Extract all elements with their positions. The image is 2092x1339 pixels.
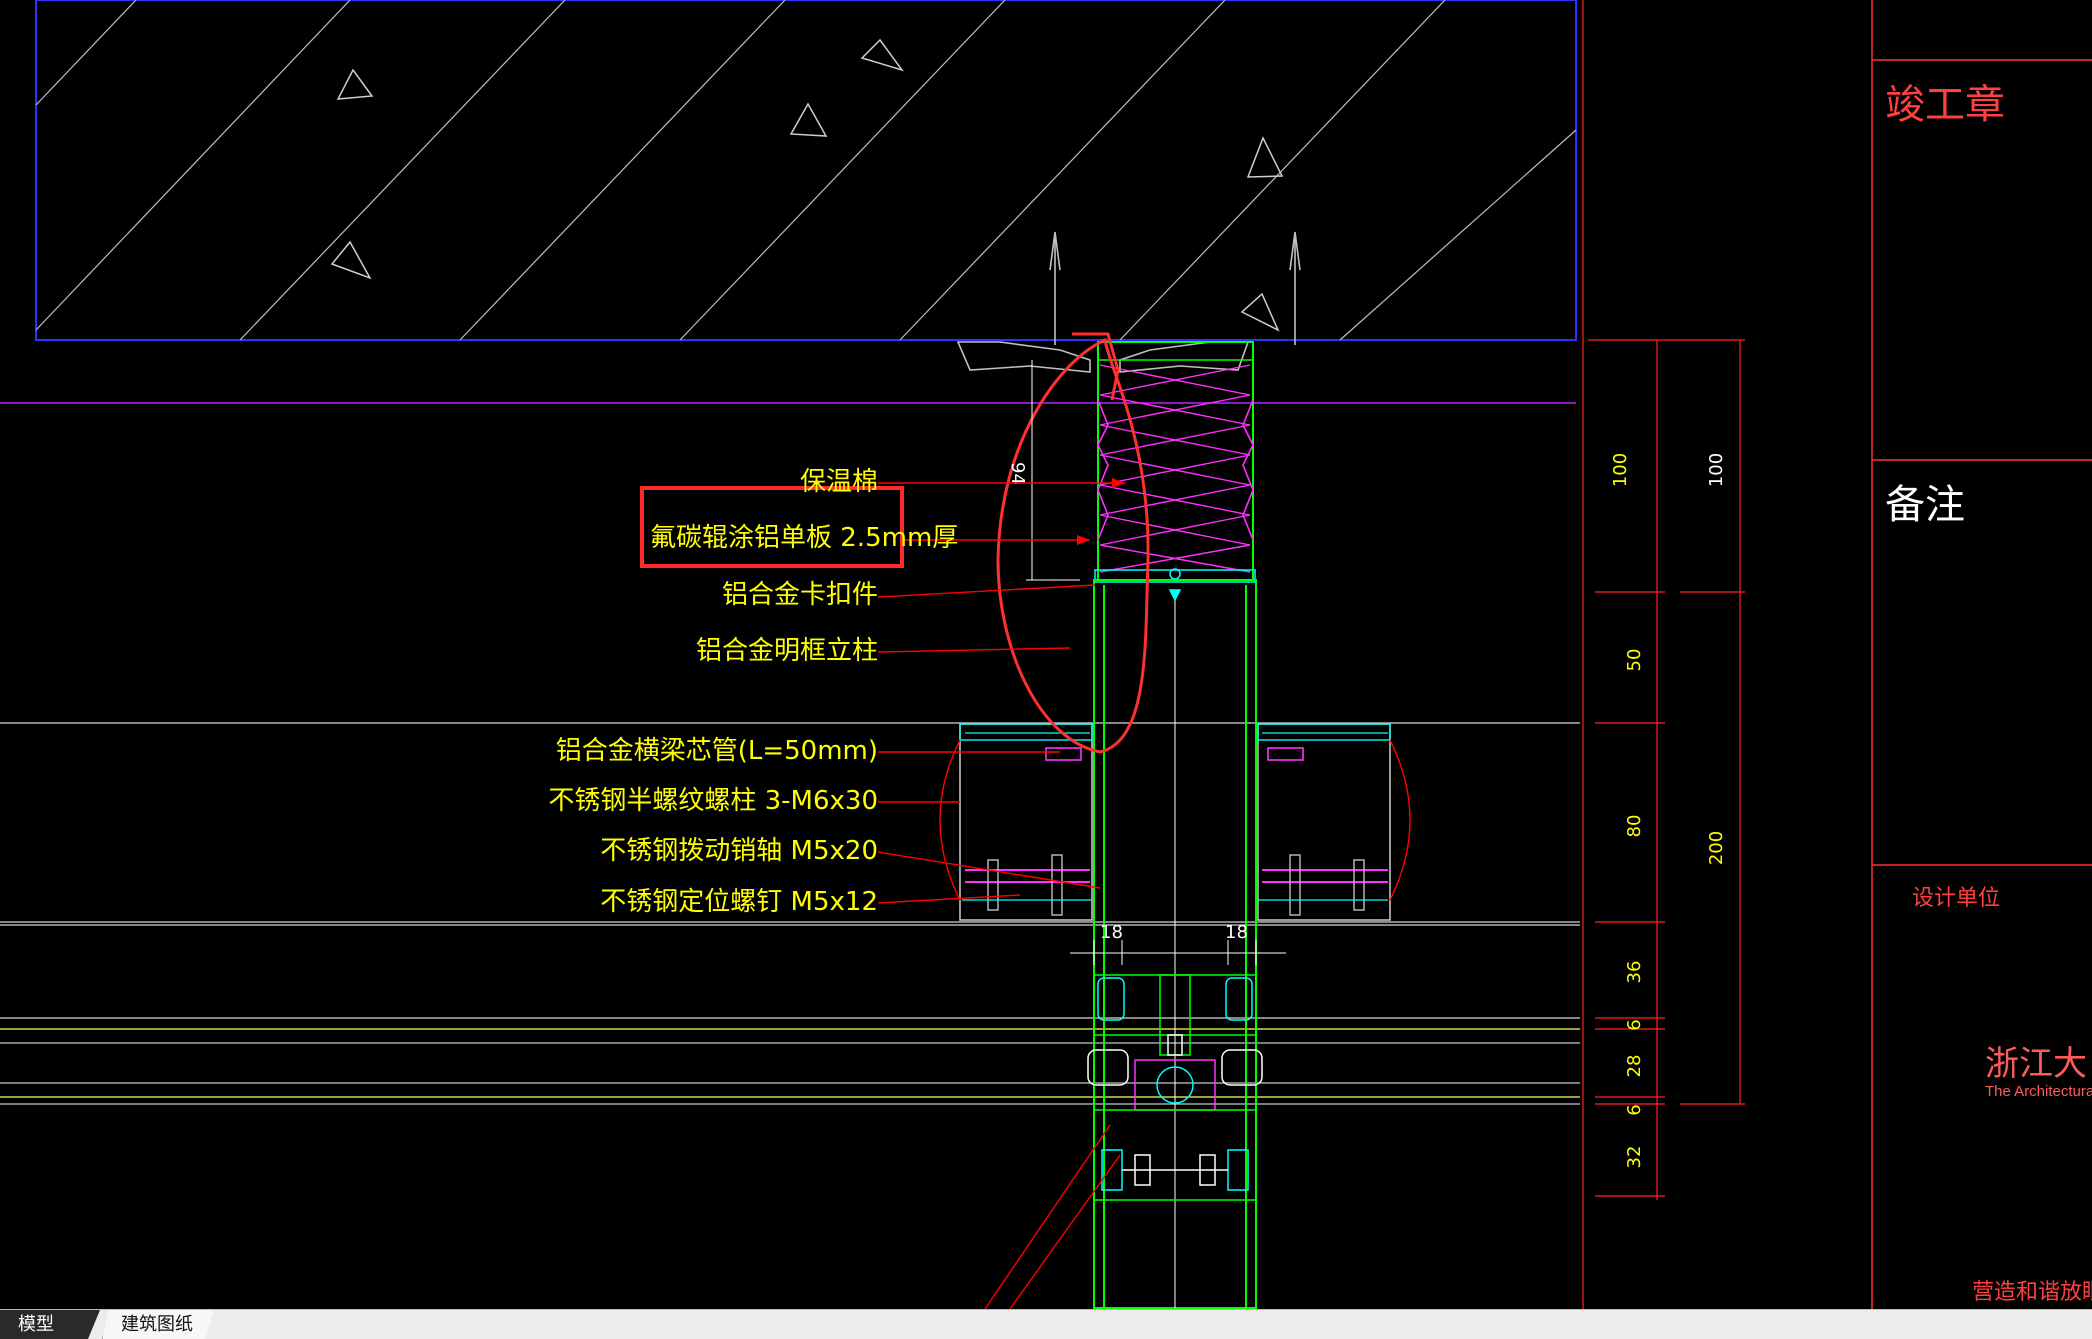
dim-100-a: 100 — [1610, 453, 1631, 487]
layout-tab-bar: 模型 建筑图纸 — [0, 1309, 2092, 1339]
dim-50: 50 — [1624, 649, 1645, 672]
tab-architectural-drawing-label: 建筑图纸 — [121, 1314, 193, 1335]
dim-chain-lines — [1582, 0, 1745, 1309]
title-block — [1871, 0, 2092, 1309]
freehand-highlight — [996, 337, 1150, 754]
tab-architectural-drawing[interactable]: 建筑图纸 — [102, 1310, 214, 1339]
mullion-profile — [1093, 579, 1257, 1309]
dim-6-a: 6 — [1624, 1019, 1645, 1030]
footer-left: 营造和谐 — [1972, 1280, 2060, 1305]
tab-model[interactable]: 模型 — [0, 1310, 100, 1339]
top-anchor-bracket — [956, 231, 1301, 373]
label-sleeve: 铝合金横梁芯管(L=50mm) — [556, 736, 878, 766]
label-clip: 铝合金卡扣件 — [722, 580, 878, 610]
completion-stamp-label: 竣工章 — [1885, 82, 2005, 128]
dim-width-lines — [1070, 940, 1286, 965]
brand-en: The Architectura — [1985, 1083, 2092, 1100]
design-unit-label: 设计单位 — [1912, 886, 2000, 911]
dim-32: 32 — [1624, 1146, 1645, 1169]
dim-18-right: 18 — [1225, 922, 1248, 943]
insulation-block — [1097, 341, 1254, 581]
dim-94: 94 — [1007, 462, 1028, 485]
dim-100-b: 100 — [1706, 453, 1727, 487]
dim-80: 80 — [1624, 815, 1645, 838]
concrete-slab — [35, 0, 1577, 341]
tab-model-label: 模型 — [18, 1314, 54, 1335]
right-beam — [1257, 723, 1411, 921]
label-panel: 氟碳辊涂铝单板 2.5mm厚 — [650, 523, 958, 553]
footer-right: 放眼 — [2060, 1280, 2092, 1305]
remarks-label: 备注 — [1885, 482, 1965, 528]
label-screw: 不锈钢定位螺钉 M5x12 — [600, 887, 878, 917]
dim-94-line — [1026, 360, 1080, 581]
dim-28: 28 — [1624, 1055, 1645, 1078]
clip-strip — [1094, 568, 1256, 602]
left-beam — [939, 723, 1093, 921]
label-mullion: 铝合金明框立柱 — [696, 636, 878, 666]
label-pin: 不锈钢拨动销轴 M5x20 — [600, 836, 878, 866]
label-bolt: 不锈钢半螺纹螺柱 3-M6x30 — [548, 786, 878, 816]
label-insulation: 保温棉 — [800, 467, 878, 497]
drawing-canvas[interactable]: 94 保温棉 氟碳辊涂铝单板 2.5mm厚 铝合金卡扣件 铝合金明框立柱 铝合金… — [0, 0, 2092, 1309]
dim-18-left: 18 — [1100, 922, 1123, 943]
dim-200: 200 — [1706, 831, 1727, 865]
dim-36: 36 — [1624, 961, 1645, 984]
cad-workspace: 94 保温棉 氟碳辊涂铝单板 2.5mm厚 铝合金卡扣件 铝合金明框立柱 铝合金… — [0, 0, 2092, 1339]
brand-cn: 浙江大 — [1985, 1045, 2087, 1083]
dim-6-b: 6 — [1624, 1104, 1645, 1115]
